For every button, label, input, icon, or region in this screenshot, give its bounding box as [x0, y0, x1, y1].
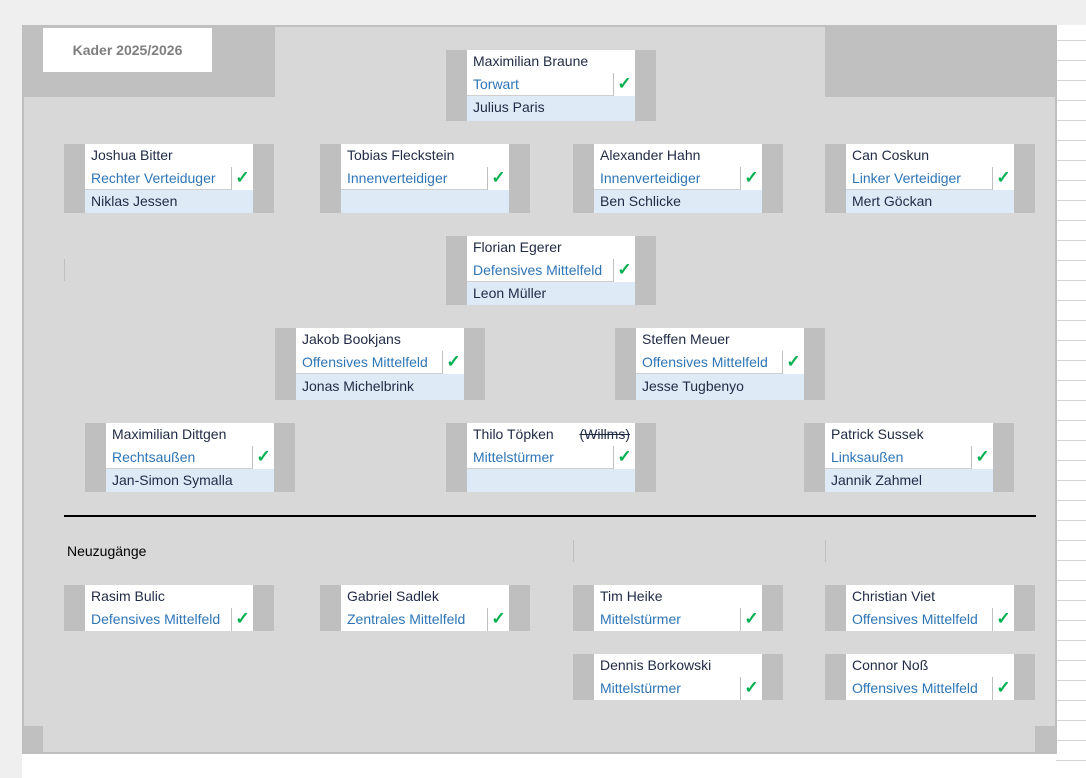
player-card-dm[interactable]: Florian Egerer Defensives Mittelfeld ✓ Le…: [446, 236, 656, 305]
player-position: Offensives Mittelfeld: [852, 680, 978, 696]
player-name: Steffen Meuer: [636, 328, 804, 351]
check-icon[interactable]: ✓: [613, 259, 635, 282]
check-icon[interactable]: ✓: [992, 677, 1014, 700]
player-name: Can Coskun: [846, 144, 1014, 167]
player-card-om1[interactable]: Jakob Bookjans Offensives Mittelfeld ✓ Jo…: [275, 328, 485, 400]
player-card-cb1[interactable]: Tobias Fleckstein Innenverteidiger ✓: [320, 144, 530, 213]
player-position: Rechtsaußen: [112, 449, 196, 465]
player-position: Defensives Mittelfeld: [473, 262, 603, 278]
player-name: Florian Egerer: [467, 236, 635, 259]
footer-corner-right: [1035, 726, 1055, 752]
player-position: Linksaußen: [831, 449, 904, 465]
check-icon[interactable]: ✓: [613, 446, 635, 469]
player-backup: Jannik Zahmel: [825, 469, 993, 492]
player-position: Offensives Mittelfeld: [642, 354, 768, 370]
player-backup: Ben Schlicke: [594, 190, 762, 213]
signing-card[interactable]: Christian Viet Offensives Mittelfeld ✓: [825, 585, 1035, 631]
check-icon[interactable]: ✓: [613, 73, 635, 96]
player-card-gk[interactable]: Maximilian Braune Torwart ✓ Julius Paris: [446, 50, 656, 121]
player-name: Dennis Borkowski: [594, 654, 762, 677]
player-card-rw[interactable]: Maximilian Dittgen Rechtsaußen ✓ Jan-Simo…: [85, 423, 295, 492]
player-name: Christian Viet: [846, 585, 1014, 608]
check-icon[interactable]: ✓: [740, 167, 762, 190]
player-position: Mittelstürmer: [600, 611, 681, 627]
player-position: Offensives Mittelfeld: [302, 354, 428, 370]
player-card-lb[interactable]: Can Coskun Linker Verteidiger ✓ Mert Göck…: [825, 144, 1035, 213]
check-icon[interactable]: ✓: [231, 608, 253, 631]
player-backup: Mert Göckan: [846, 190, 1014, 213]
check-icon[interactable]: ✓: [782, 351, 804, 374]
player-position: Defensives Mittelfeld: [91, 611, 221, 627]
player-backup: Niklas Jessen: [85, 190, 253, 213]
player-position: Zentrales Mittelfeld: [347, 611, 466, 627]
page-title: Kader 2025/2026: [43, 28, 212, 72]
player-backup: Leon Müller: [467, 282, 635, 305]
check-icon[interactable]: ✓: [740, 608, 762, 631]
player-name-note: (Willms): [579, 426, 630, 442]
player-position: Mittelstürmer: [473, 449, 554, 465]
player-name: Joshua Bitter: [85, 144, 253, 167]
check-icon[interactable]: ✓: [442, 351, 464, 374]
check-icon[interactable]: ✓: [231, 167, 253, 190]
check-icon[interactable]: ✓: [487, 608, 509, 631]
player-backup: Jonas Michelbrink: [296, 374, 464, 400]
spreadsheet-grid: [1056, 0, 1086, 778]
player-position: Innenverteidiger: [347, 170, 448, 186]
player-name: Thilo Töpken: [473, 426, 554, 442]
signing-card[interactable]: Dennis Borkowski Mittelstürmer ✓: [573, 654, 783, 700]
check-icon[interactable]: ✓: [740, 677, 762, 700]
check-icon[interactable]: ✓: [971, 446, 993, 469]
player-name: Gabriel Sadlek: [341, 585, 509, 608]
player-position: Linker Verteidiger: [852, 170, 961, 186]
cell-border-tick: [64, 259, 65, 281]
player-name: Tim Heike: [594, 585, 762, 608]
player-card-st[interactable]: Thilo Töpken (Willms) Mittelstürmer ✓: [446, 423, 656, 492]
player-backup: Jesse Tugbenyo: [636, 374, 804, 400]
player-name: Alexander Hahn: [594, 144, 762, 167]
check-icon[interactable]: ✓: [487, 167, 509, 190]
player-position: Torwart: [473, 76, 519, 92]
player-name: Patrick Sussek: [825, 423, 993, 446]
check-icon[interactable]: ✓: [992, 167, 1014, 190]
player-position: Offensives Mittelfeld: [852, 611, 978, 627]
signing-card[interactable]: Gabriel Sadlek Zentrales Mittelfeld ✓: [320, 585, 530, 631]
cell-border-tick: [573, 540, 574, 562]
check-icon[interactable]: ✓: [992, 608, 1014, 631]
player-backup: [341, 190, 509, 213]
player-position: Innenverteidiger: [600, 170, 701, 186]
player-name: Jakob Bookjans: [296, 328, 464, 351]
signing-card[interactable]: Connor Noß Offensives Mittelfeld ✓: [825, 654, 1035, 700]
player-position: Rechter Verteiduger: [91, 170, 216, 186]
player-card-rb[interactable]: Joshua Bitter Rechter Verteiduger ✓ Nikla…: [64, 144, 274, 213]
signing-card[interactable]: Rasim Bulic Defensives Mittelfeld ✓: [64, 585, 274, 631]
player-backup: [467, 469, 635, 492]
player-name: Tobias Fleckstein: [341, 144, 509, 167]
player-name: Rasim Bulic: [85, 585, 253, 608]
player-name: Maximilian Dittgen: [106, 423, 274, 446]
footer-corner-left: [24, 726, 43, 752]
check-icon[interactable]: ✓: [252, 446, 274, 469]
formation-board: [22, 25, 1057, 754]
player-position: Mittelstürmer: [600, 680, 681, 696]
player-card-om2[interactable]: Steffen Meuer Offensives Mittelfeld ✓ Jes…: [615, 328, 825, 400]
player-backup: Julius Paris: [467, 96, 635, 121]
player-name: Connor Noß: [846, 654, 1014, 677]
player-card-lw[interactable]: Patrick Sussek Linksaußen ✓ Jannik Zahmel: [804, 423, 1014, 492]
player-backup: Jan-Simon Symalla: [106, 469, 274, 492]
section-divider: [64, 515, 1036, 517]
cell-border-tick: [825, 540, 826, 562]
player-card-cb2[interactable]: Alexander Hahn Innenverteidiger ✓ Ben Sch…: [573, 144, 783, 213]
new-signings-heading: Neuzugänge: [67, 543, 147, 559]
player-name: Maximilian Braune: [467, 50, 635, 73]
signing-card[interactable]: Tim Heike Mittelstürmer ✓: [573, 585, 783, 631]
header-band-right: [825, 27, 1055, 97]
